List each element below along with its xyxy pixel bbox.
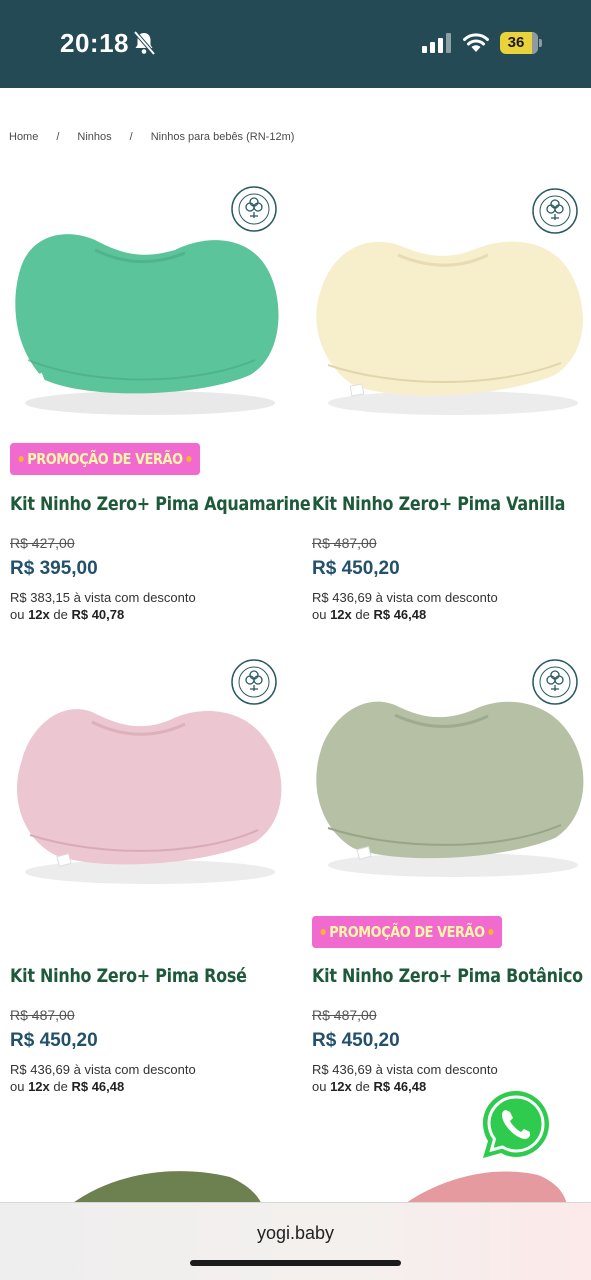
product-image-partial[interactable] <box>303 1165 588 1205</box>
breadcrumb: Home / Ninhos / Ninhos para bebês (RN-12m) <box>9 131 294 143</box>
old-price: R$ 427,00 <box>10 535 75 551</box>
promo-badge: PROMOÇÃO DE VERÃO <box>312 916 502 948</box>
cotton-badge-icon <box>231 186 277 232</box>
product-title[interactable]: Kit Ninho Zero+ Pima Vanilla <box>312 493 565 515</box>
product-title[interactable]: Kit Ninho Zero+ Pima Botânico <box>312 965 583 987</box>
price: R$ 450,20 <box>312 558 400 579</box>
product-image-partial[interactable] <box>0 1165 285 1205</box>
installments-line: ou 12x de R$ 46,48 <box>312 1079 427 1094</box>
cellular-signal-icon <box>422 33 451 53</box>
product-card[interactable]: PROMOÇÃO DE VERÃO Kit Ninho Zero+ Pima B… <box>303 650 588 1100</box>
whatsapp-icon[interactable] <box>478 1088 554 1164</box>
cotton-badge-icon <box>532 188 578 234</box>
cash-price-line: R$ 436,69 à vista com desconto <box>10 1062 196 1077</box>
old-price: R$ 487,00 <box>312 1007 377 1023</box>
promo-badge: PROMOÇÃO DE VERÃO <box>10 443 200 475</box>
breadcrumb-separator: / <box>56 131 60 143</box>
old-price: R$ 487,00 <box>10 1007 75 1023</box>
installments-line: ou 12x de R$ 46,48 <box>10 1079 125 1094</box>
wifi-icon <box>463 33 489 52</box>
browser-url-bar[interactable]: yogi.baby <box>0 1202 591 1280</box>
price: R$ 450,20 <box>10 1030 98 1051</box>
product-card[interactable]: PROMOÇÃO DE VERÃO Kit Ninho Zero+ Pima A… <box>0 175 311 625</box>
product-card[interactable]: Kit Ninho Zero+ Pima Rosé R$ 487,00 R$ 4… <box>0 650 285 1100</box>
breadcrumb-separator: / <box>129 131 133 143</box>
breadcrumb-current[interactable]: Ninhos para bebês (RN-12m) <box>151 131 295 143</box>
cash-price-line: R$ 383,15 à vista com desconto <box>10 590 196 605</box>
old-price: R$ 487,00 <box>312 535 377 551</box>
url-text[interactable]: yogi.baby <box>0 1223 591 1244</box>
price: R$ 450,20 <box>312 1030 400 1051</box>
cotton-badge-icon <box>532 659 578 705</box>
product-title[interactable]: Kit Ninho Zero+ Pima Aquamarine <box>10 493 311 515</box>
price: R$ 395,00 <box>10 558 98 579</box>
status-bar: 20:18 36 <box>0 0 591 88</box>
installments-line: ou 12x de R$ 40,78 <box>10 607 125 622</box>
breadcrumb-home[interactable]: Home <box>9 131 38 143</box>
cash-price-line: R$ 436,69 à vista com desconto <box>312 1062 498 1077</box>
cash-price-line: R$ 436,69 à vista com desconto <box>312 590 498 605</box>
product-card[interactable]: Kit Ninho Zero+ Pima Vanilla R$ 487,00 R… <box>303 175 588 625</box>
status-time: 20:18 <box>60 28 129 58</box>
home-indicator[interactable] <box>190 1260 401 1266</box>
battery-level: 36 <box>507 34 525 51</box>
breadcrumb-ninhos[interactable]: Ninhos <box>77 131 111 143</box>
cotton-badge-icon <box>231 659 277 705</box>
product-title[interactable]: Kit Ninho Zero+ Pima Rosé <box>10 965 247 987</box>
bell-slash-icon <box>133 30 156 56</box>
installments-line: ou 12x de R$ 46,48 <box>312 607 427 622</box>
battery-indicator: 36 <box>500 32 542 54</box>
